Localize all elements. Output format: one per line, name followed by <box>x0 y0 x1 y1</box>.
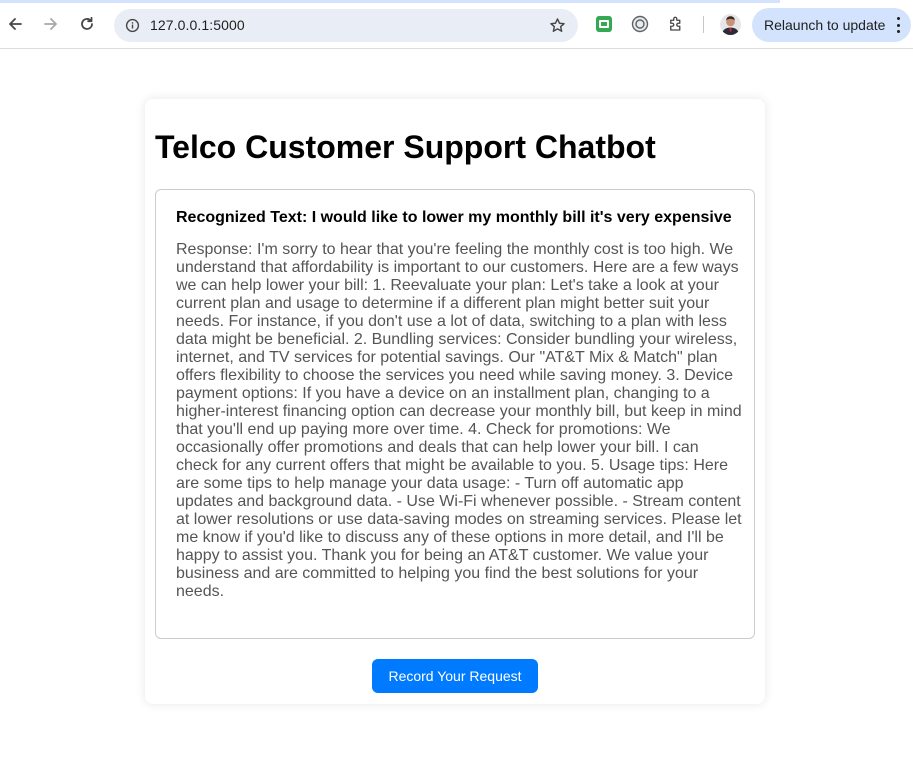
reload-icon <box>81 16 93 30</box>
back-button[interactable] <box>1 10 29 38</box>
menu-dots-icon[interactable] <box>896 17 900 33</box>
forward-arrow-icon <box>44 18 57 30</box>
relaunch-button[interactable]: Relaunch to update <box>752 8 911 42</box>
extensions-puzzle-icon <box>670 16 681 31</box>
toolbar-divider <box>703 16 704 33</box>
extension-green-button[interactable] <box>594 14 614 34</box>
extensions-button[interactable] <box>666 14 686 34</box>
extension-circle-icon <box>631 15 649 33</box>
relaunch-label: Relaunch to update <box>764 17 886 33</box>
response-text: Response: I'm sorry to hear that you're … <box>176 241 742 600</box>
site-info-icon <box>125 18 140 33</box>
record-request-button[interactable]: Record Your Request <box>372 659 538 693</box>
page-title: Telco Customer Support Chatbot <box>155 129 656 165</box>
profile-avatar-icon <box>720 14 741 35</box>
tab-strip <box>0 0 780 3</box>
browser-toolbar: 127.0.0.1:5000 Relaunch to update <box>0 0 913 49</box>
site-info-button[interactable] <box>123 16 142 35</box>
bookmark-star-icon <box>550 18 565 32</box>
chatbot-card: Telco Customer Support Chatbot Recognize… <box>145 99 765 704</box>
address-bar[interactable]: 127.0.0.1:5000 <box>114 9 578 42</box>
profile-avatar[interactable] <box>720 14 741 35</box>
reload-button[interactable] <box>73 10 101 38</box>
recognized-text: Recognized Text: I would like to lower m… <box>176 209 732 226</box>
extension-green-icon <box>596 16 612 32</box>
url-text[interactable]: 127.0.0.1:5000 <box>150 17 245 33</box>
response-box: Recognized Text: I would like to lower m… <box>155 189 755 639</box>
back-arrow-icon <box>9 18 22 30</box>
extension-circle-button[interactable] <box>630 14 650 34</box>
forward-button[interactable] <box>37 10 65 38</box>
bookmark-button[interactable] <box>547 15 568 36</box>
